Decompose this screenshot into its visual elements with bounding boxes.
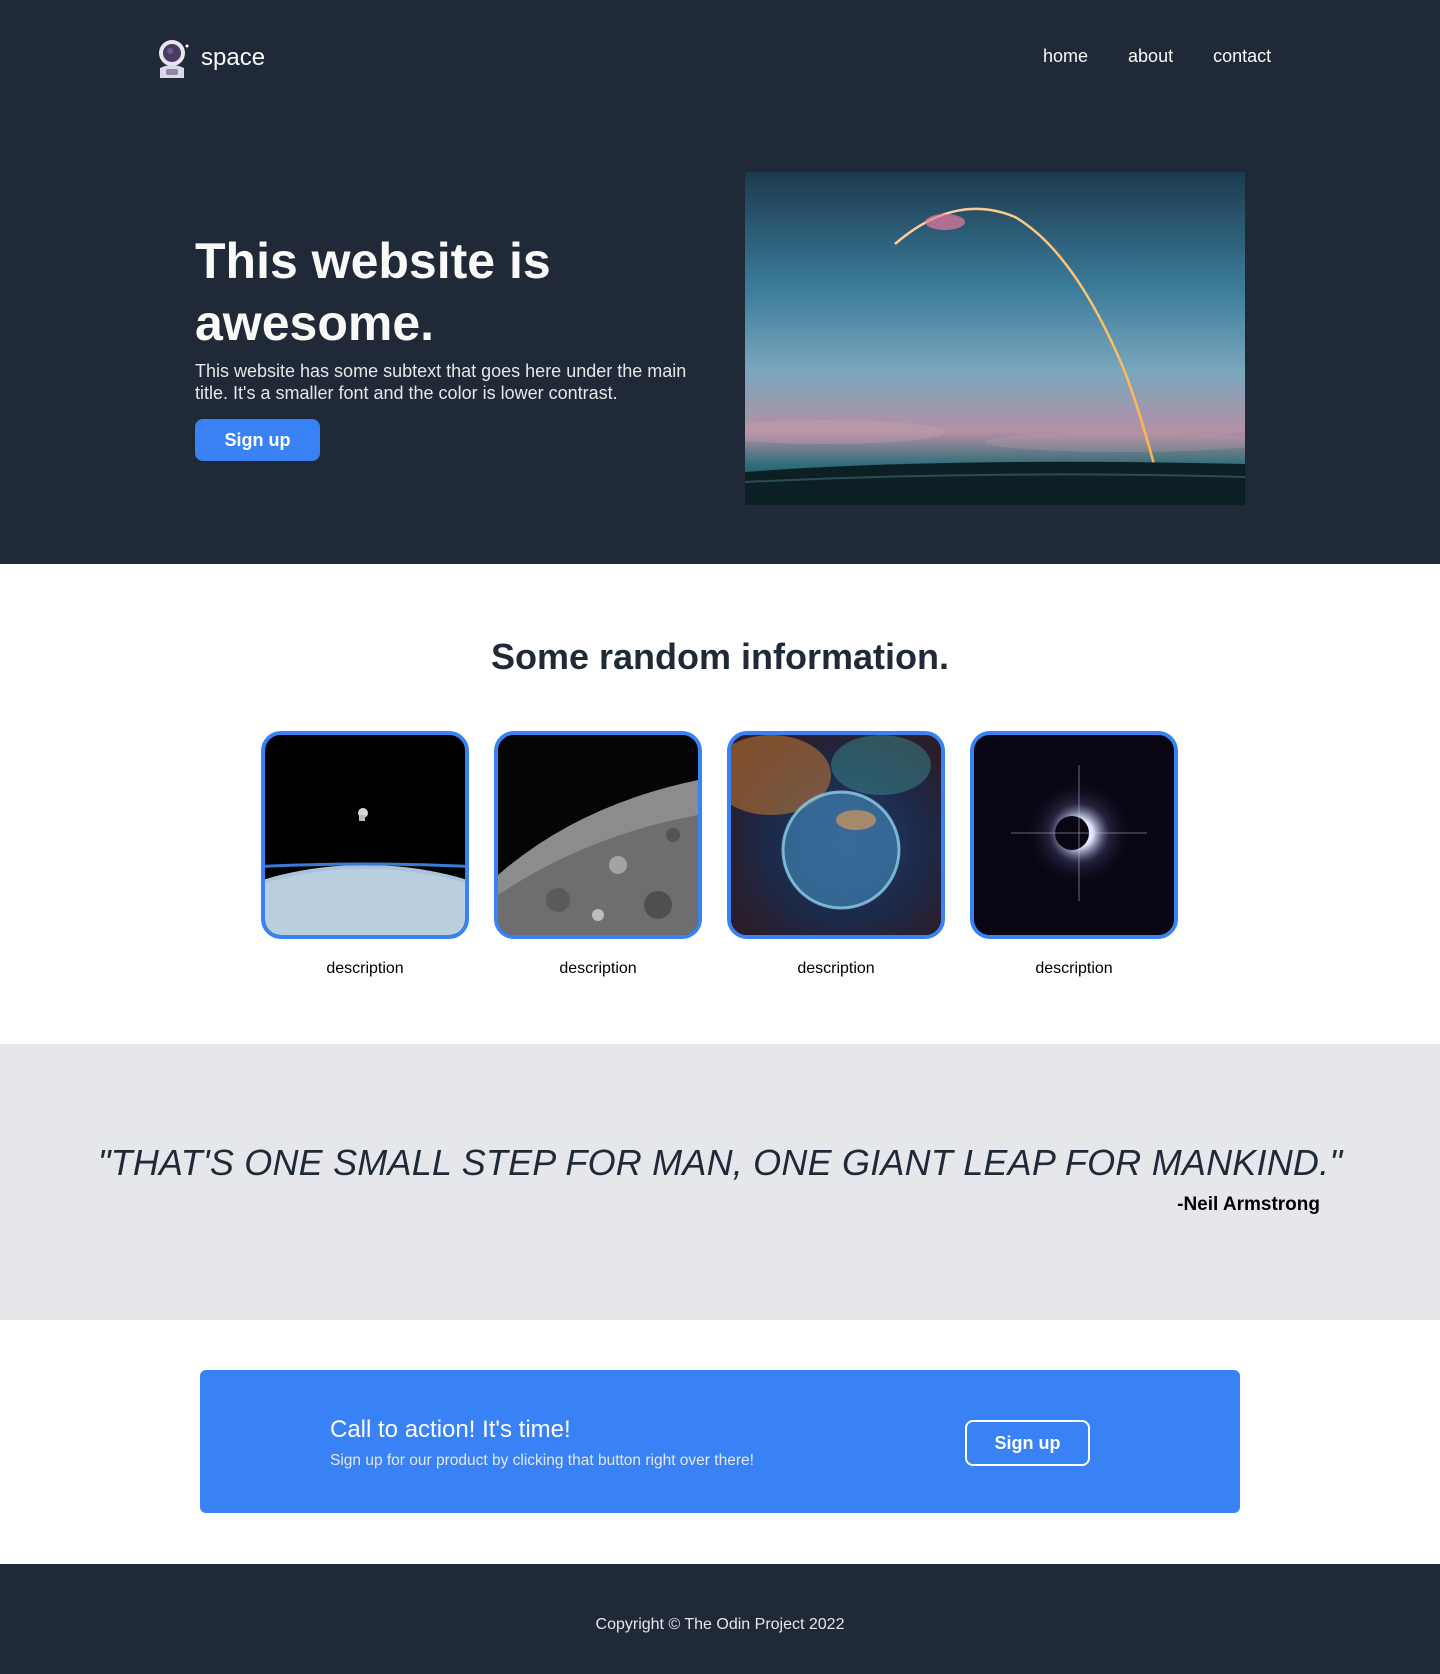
moon-surface-picture <box>498 735 698 935</box>
nebula-bubble-picture <box>731 735 941 935</box>
hero-text: This website is awesome. This website ha… <box>195 230 695 461</box>
nav-link-home[interactable]: home <box>1043 46 1088 67</box>
footer: Copyright © The Odin Project 2022 <box>0 1564 1440 1674</box>
solar-eclipse-image[interactable] <box>970 731 1178 939</box>
quote-author: -Neil Armstrong <box>1177 1194 1320 1215</box>
nav-link-contact[interactable]: contact <box>1213 46 1271 67</box>
cta-title: Call to action! It's time! <box>330 1416 571 1443</box>
info-card: description <box>727 731 945 978</box>
quote-text: "THAT'S ONE SMALL STEP FOR MAN, ONE GIAN… <box>97 1142 1343 1183</box>
rocket-launch-image <box>745 172 1245 505</box>
cta-subtitle: Sign up for our product by clicking that… <box>330 1452 754 1469</box>
hero-title: This website is awesome. <box>195 233 551 351</box>
card-description: description <box>326 960 404 977</box>
nav-link-about[interactable]: about <box>1128 46 1173 67</box>
astronaut-over-earth-image[interactable] <box>261 731 469 939</box>
copyright-text: Copyright © The Odin Project 2022 <box>595 1616 845 1633</box>
info-card: description <box>970 731 1178 978</box>
navbar: space home about contact <box>0 0 1440 118</box>
info-card: description <box>494 731 702 978</box>
quote-section: "THAT'S ONE SMALL STEP FOR MAN, ONE GIAN… <box>0 1044 1440 1320</box>
cta-section: Call to action! It's time! Sign up for o… <box>0 1320 1440 1564</box>
card-description: description <box>797 960 875 977</box>
cta-box: Call to action! It's time! Sign up for o… <box>200 1370 1240 1513</box>
solar-eclipse-picture <box>974 735 1174 935</box>
hero-signup-button[interactable]: Sign up <box>195 419 320 461</box>
astronaut-logo-icon <box>159 40 189 78</box>
info-card: description <box>261 731 469 978</box>
hero-section: space home about contact This website is… <box>0 0 1440 564</box>
card-description: description <box>559 960 637 977</box>
nav-links: home about contact <box>1043 46 1271 67</box>
astronaut-over-earth-picture <box>265 735 465 935</box>
moon-surface-image[interactable] <box>494 731 702 939</box>
info-section: Some random information. description des… <box>0 564 1440 1044</box>
nebula-bubble-image[interactable] <box>727 731 945 939</box>
logo-text: space <box>201 44 266 71</box>
card-description: description <box>1035 960 1113 977</box>
rocket-launch-picture <box>745 172 1245 505</box>
cta-signup-button[interactable]: Sign up <box>965 1420 1090 1466</box>
hero-subtitle: This website has some subtext that goes … <box>195 361 687 403</box>
info-title: Some random information. <box>490 636 950 677</box>
logo[interactable]: space <box>155 38 265 78</box>
